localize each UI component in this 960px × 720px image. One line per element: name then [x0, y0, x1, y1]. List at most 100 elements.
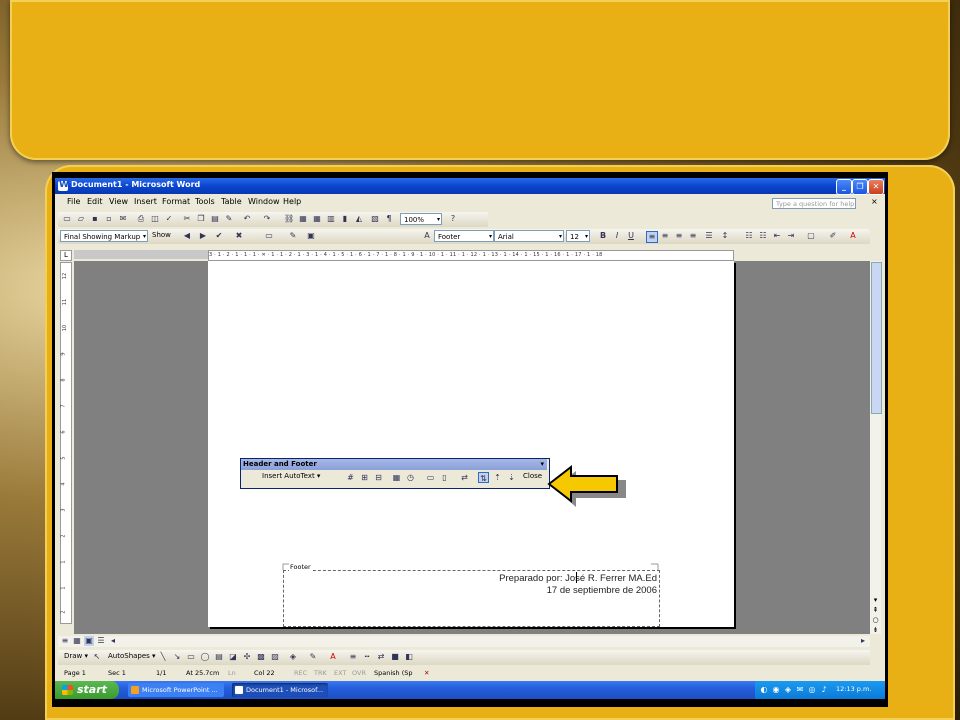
oval-icon[interactable]: ◯: [200, 652, 210, 662]
arrow-icon[interactable]: ↘: [172, 652, 182, 662]
taskbar-item-powerpoint[interactable]: Microsoft PowerPoint ...: [128, 683, 224, 697]
print-icon[interactable]: ⎙: [136, 214, 146, 224]
rectangle-icon[interactable]: ▭: [186, 652, 196, 662]
show-previous-icon[interactable]: ⇡: [492, 472, 503, 483]
format-painter-icon[interactable]: ✎: [224, 214, 234, 224]
hyperlink-icon[interactable]: ⛓: [284, 214, 294, 224]
align-left-icon[interactable]: ≡: [646, 231, 658, 243]
status-trk[interactable]: TRK: [314, 669, 327, 677]
show-hide-icon[interactable]: ¶: [384, 214, 394, 224]
spelling-status-icon[interactable]: ✕: [424, 669, 429, 677]
italic-button[interactable]: I: [612, 231, 622, 241]
status-ext[interactable]: EXT: [334, 669, 346, 677]
style-combo[interactable]: Footer ▾: [434, 230, 494, 242]
title-bar[interactable]: Document1 - Microsoft Word _ ❐ ✕: [55, 178, 885, 195]
menu-file[interactable]: File: [67, 197, 80, 206]
fill-color-icon[interactable]: ◈: [288, 652, 298, 662]
track-changes-icon[interactable]: ✎: [288, 231, 298, 241]
font-color-icon[interactable]: A: [848, 231, 858, 241]
columns-icon[interactable]: ▮: [340, 214, 350, 224]
diagram-icon[interactable]: ✣: [242, 652, 252, 662]
insert-table-icon[interactable]: ▦: [312, 214, 322, 224]
select-objects-icon[interactable]: ↖: [92, 652, 102, 662]
align-right-icon[interactable]: ≡: [674, 231, 684, 241]
insert-page-number-icon[interactable]: #: [345, 472, 356, 483]
vertical-scroll-thumb[interactable]: [871, 262, 882, 414]
clipart-icon[interactable]: ▩: [256, 652, 266, 662]
tables-borders-icon[interactable]: ▦: [298, 214, 308, 224]
tray-icon[interactable]: ◐: [759, 685, 769, 695]
header-footer-toolbar-title[interactable]: Header and Footer ▾: [241, 459, 547, 470]
font-combo[interactable]: Arial ▾: [494, 230, 564, 242]
same-as-previous-icon[interactable]: ⇄: [459, 472, 470, 483]
email-icon[interactable]: ✉: [118, 214, 128, 224]
menu-table[interactable]: Table: [221, 197, 242, 206]
picture-icon[interactable]: ▨: [270, 652, 280, 662]
align-center-icon[interactable]: ≡: [660, 231, 670, 241]
autoshapes-button[interactable]: AutoShapes ▾: [108, 652, 156, 660]
undo-icon[interactable]: ↶: [242, 214, 252, 224]
close-header-footer-button[interactable]: Close: [523, 472, 542, 480]
redo-icon[interactable]: ↷: [262, 214, 272, 224]
toolbar-options-icon[interactable]: ▾: [540, 459, 544, 470]
help-icon[interactable]: ?: [448, 214, 458, 224]
taskbar-clock[interactable]: 12:13 p.m.: [836, 685, 871, 693]
markup-mode-combo[interactable]: Final Showing Markup ▾: [60, 230, 148, 242]
permission-icon[interactable]: ▫: [104, 214, 114, 224]
footer-date[interactable]: 17 de septiembre de 2006: [547, 585, 657, 596]
close-button[interactable]: ✕: [868, 179, 884, 195]
doc-close-button[interactable]: ×: [871, 197, 878, 206]
vertical-ruler[interactable]: 12 11 10 9 8 7 6 5 4 3 2 1 1 2: [60, 262, 72, 624]
save-icon[interactable]: ▪: [90, 214, 100, 224]
help-question-input[interactable]: Type a question for help: [772, 198, 856, 209]
shadow-icon[interactable]: ■: [390, 652, 400, 662]
page-setup-icon[interactable]: ▭: [425, 472, 436, 483]
outline-view-icon[interactable]: ☰: [96, 636, 106, 646]
menu-view[interactable]: View: [109, 197, 128, 206]
3d-icon[interactable]: ◧: [404, 652, 414, 662]
scroll-left-icon[interactable]: ◂: [108, 636, 118, 646]
format-page-number-icon[interactable]: ⊟: [373, 472, 384, 483]
underline-button[interactable]: U: [626, 231, 636, 241]
drawing-icon[interactable]: ◭: [354, 214, 364, 224]
status-ovr[interactable]: OVR: [352, 669, 366, 677]
tray-icon[interactable]: ◎: [807, 685, 817, 695]
cut-icon[interactable]: ✂: [182, 214, 192, 224]
next-page-icon[interactable]: ⇟: [871, 626, 880, 635]
previous-page-icon[interactable]: ⇞: [871, 606, 880, 615]
zoom-combo[interactable]: 100% ▾: [400, 213, 442, 225]
scroll-down-icon[interactable]: ▾: [871, 596, 880, 605]
font-size-combo[interactable]: 12 ▾: [566, 230, 590, 242]
dash-style-icon[interactable]: ┅: [362, 652, 372, 662]
tray-icon[interactable]: ◈: [783, 685, 793, 695]
scroll-right-icon[interactable]: ▸: [858, 636, 868, 646]
increase-indent-icon[interactable]: ⇥: [786, 231, 796, 241]
tray-icon[interactable]: ◉: [771, 685, 781, 695]
menu-insert[interactable]: Insert: [134, 197, 157, 206]
spelling-icon[interactable]: ✓: [164, 214, 174, 224]
line-spacing-icon[interactable]: ↕: [720, 231, 730, 241]
show-hide-document-text-icon[interactable]: ▯: [439, 472, 450, 483]
distributed-icon[interactable]: ☰: [704, 231, 714, 241]
insert-autotext-button[interactable]: Insert AutoText ▾: [262, 472, 320, 480]
volume-icon[interactable]: ♪: [819, 685, 829, 695]
borders-icon[interactable]: ▢: [806, 231, 816, 241]
insert-number-of-pages-icon[interactable]: ⊞: [359, 472, 370, 483]
web-view-icon[interactable]: ▦: [72, 636, 82, 646]
decrease-indent-icon[interactable]: ⇤: [772, 231, 782, 241]
accept-change-icon[interactable]: ✔: [214, 231, 224, 241]
reviewing-pane-icon[interactable]: ▣: [306, 231, 316, 241]
document-map-icon[interactable]: ▧: [370, 214, 380, 224]
bold-button[interactable]: B: [598, 231, 608, 241]
paste-icon[interactable]: ▤: [210, 214, 220, 224]
insert-comment-icon[interactable]: ▭: [264, 231, 274, 241]
footer-region[interactable]: Preparado por: José R. Ferrer MA.Ed 17 d…: [283, 570, 660, 627]
tab-selector[interactable]: L: [60, 250, 72, 261]
show-next-icon[interactable]: ⇣: [506, 472, 517, 483]
insert-date-icon[interactable]: ▦: [391, 472, 402, 483]
wordart-icon[interactable]: ◪: [228, 652, 238, 662]
show-markup-button[interactable]: Show: [152, 231, 171, 239]
line-color-icon[interactable]: ✎: [308, 652, 318, 662]
new-document-icon[interactable]: ▭: [62, 214, 72, 224]
insert-time-icon[interactable]: ◷: [405, 472, 416, 483]
